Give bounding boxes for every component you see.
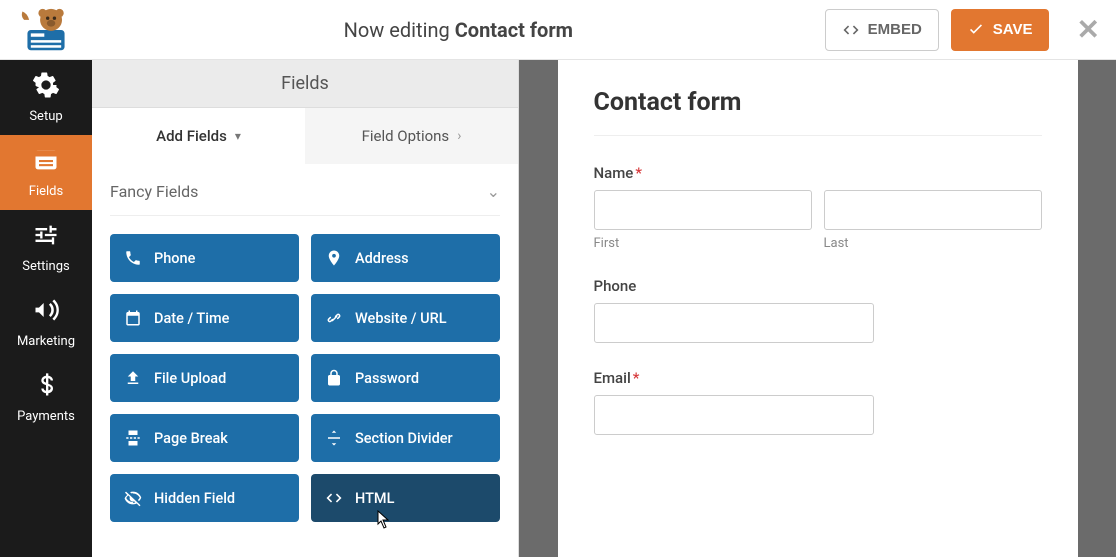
nav-payments[interactable]: Payments	[0, 360, 92, 435]
code-icon	[842, 21, 860, 39]
panel-tabs: Add Fields ▾ Field Options ›	[92, 108, 518, 164]
save-button[interactable]: SAVE	[951, 9, 1049, 51]
editing-prefix: Now editing	[344, 18, 455, 42]
panel-header: Fields	[92, 60, 518, 108]
nav-marketing-label: Marketing	[17, 334, 75, 349]
last-name-input[interactable]	[824, 190, 1042, 230]
field-label: Password	[355, 370, 419, 387]
field-row-email: Email*	[594, 369, 1042, 435]
preview-title: Contact form	[594, 88, 1042, 117]
fields-panel: Fields Add Fields ▾ Field Options › Fanc…	[92, 60, 519, 557]
divider	[594, 135, 1042, 136]
field-website[interactable]: Website / URL	[311, 294, 500, 342]
lock-icon	[325, 369, 343, 387]
field-label: Address	[355, 250, 409, 267]
form-preview-area[interactable]: Contact form Name* First Last	[519, 60, 1116, 557]
nav-settings-label: Settings	[22, 259, 69, 274]
phone-icon	[124, 249, 142, 267]
divider-icon	[325, 429, 343, 447]
dollar-icon	[32, 371, 60, 403]
embed-label: EMBED	[868, 21, 922, 38]
required-indicator: *	[635, 164, 642, 182]
eyeoff-icon	[124, 489, 142, 507]
field-hidden[interactable]: Hidden Field	[110, 474, 299, 522]
nav-setup-label: Setup	[29, 109, 62, 124]
required-indicator: *	[633, 369, 640, 387]
chevron-down-icon: ⌄	[487, 182, 500, 201]
code-icon	[325, 489, 343, 507]
form-preview: Contact form Name* First Last	[558, 60, 1078, 557]
group-label: Fancy Fields	[110, 182, 198, 201]
field-label: Website / URL	[355, 310, 447, 327]
form-icon	[32, 146, 60, 178]
nav-fields-label: Fields	[29, 184, 63, 199]
email-input[interactable]	[594, 395, 874, 435]
field-address[interactable]: Address	[311, 234, 500, 282]
field-html[interactable]: HTML	[311, 474, 500, 522]
calendar-icon	[124, 309, 142, 327]
phone-label: Phone	[594, 277, 1042, 295]
field-section-divider[interactable]: Section Divider	[311, 414, 500, 462]
field-label: Hidden Field	[154, 490, 235, 507]
phone-input[interactable]	[594, 303, 874, 343]
tab-options-label: Field Options	[362, 127, 450, 145]
main: Setup Fields Settings Marketing Payments	[0, 60, 1116, 557]
tab-field-options[interactable]: Field Options ›	[305, 108, 518, 164]
check-icon	[967, 21, 985, 39]
nav-fields[interactable]: Fields	[0, 135, 92, 210]
field-row-name: Name* First Last	[594, 164, 1042, 251]
nav-settings[interactable]: Settings	[0, 210, 92, 285]
nav-setup[interactable]: Setup	[0, 60, 92, 135]
field-label: Page Break	[154, 430, 228, 447]
save-label: SAVE	[993, 21, 1033, 38]
pin-icon	[325, 249, 343, 267]
chevron-down-icon: ▾	[235, 129, 241, 143]
first-name-input[interactable]	[594, 190, 812, 230]
last-sublabel: Last	[824, 236, 1042, 251]
link-icon	[325, 309, 343, 327]
field-label: Section Divider	[355, 430, 453, 447]
app-logo	[0, 0, 92, 59]
email-label: Email*	[594, 369, 1042, 387]
page-title: Now editing Contact form	[92, 18, 825, 42]
chevron-right-icon: ›	[457, 128, 461, 144]
field-label: Date / Time	[154, 310, 229, 327]
gear-icon	[32, 71, 60, 103]
tab-add-label: Add Fields	[156, 127, 227, 145]
left-nav: Setup Fields Settings Marketing Payments	[0, 60, 92, 557]
name-label: Name*	[594, 164, 1042, 182]
nav-marketing[interactable]: Marketing	[0, 285, 92, 360]
field-datetime[interactable]: Date / Time	[110, 294, 299, 342]
field-row-phone: Phone	[594, 277, 1042, 343]
panel-body[interactable]: Fancy Fields ⌄ Phone Address Date / Time	[92, 164, 518, 557]
nav-payments-label: Payments	[17, 409, 75, 424]
close-icon[interactable]: ✕	[1077, 13, 1100, 46]
megaphone-icon	[32, 296, 60, 328]
field-page-break[interactable]: Page Break	[110, 414, 299, 462]
field-label: HTML	[355, 490, 394, 507]
group-fancy-fields[interactable]: Fancy Fields ⌄	[110, 164, 500, 216]
field-label: File Upload	[154, 370, 226, 387]
field-password[interactable]: Password	[311, 354, 500, 402]
field-file-upload[interactable]: File Upload	[110, 354, 299, 402]
upload-icon	[124, 369, 142, 387]
tab-add-fields[interactable]: Add Fields ▾	[92, 108, 305, 164]
pagebreak-icon	[124, 429, 142, 447]
first-sublabel: First	[594, 236, 812, 251]
top-bar: Now editing Contact form EMBED SAVE ✕	[0, 0, 1116, 60]
field-label: Phone	[154, 250, 195, 267]
field-phone[interactable]: Phone	[110, 234, 299, 282]
fields-grid: Phone Address Date / Time Website / URL …	[110, 234, 500, 522]
embed-button[interactable]: EMBED	[825, 9, 939, 51]
form-name: Contact form	[455, 18, 573, 42]
sliders-icon	[32, 221, 60, 253]
